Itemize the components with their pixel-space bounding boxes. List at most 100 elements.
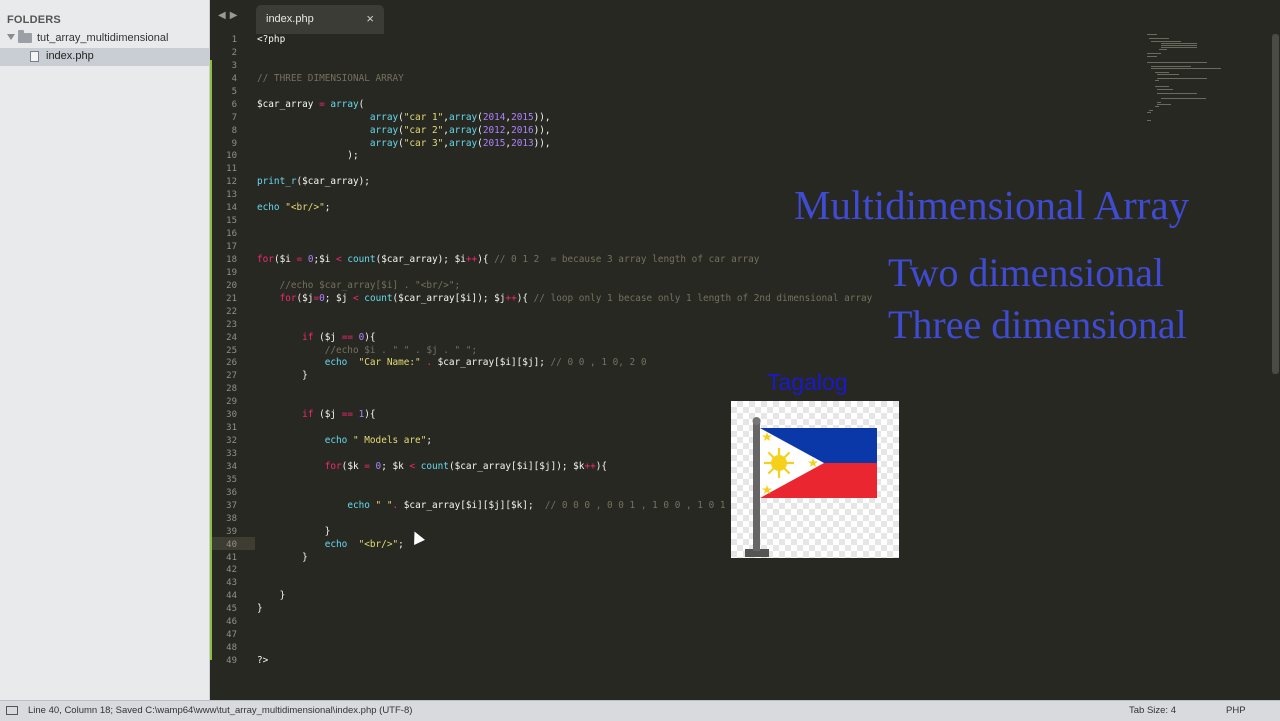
minimap-line: [1147, 53, 1161, 54]
minimap-line: [1151, 41, 1181, 42]
code-line[interactable]: array("car 1",array(2014,2015)),: [257, 112, 872, 125]
tab-size-indicator[interactable]: Tab Size: 4: [1129, 705, 1176, 716]
minimap-line: [1147, 62, 1207, 63]
code-line[interactable]: }: [257, 590, 872, 603]
line-number: 45: [226, 604, 237, 615]
code-token: ($j: [313, 331, 342, 343]
folder-icon: [18, 30, 32, 43]
code-token: )),: [533, 137, 551, 149]
code-line[interactable]: );: [257, 150, 872, 163]
code-line[interactable]: for($i = 0;$i < count($car_array); $i++)…: [257, 254, 872, 267]
code-line[interactable]: // THREE DIMENSIONAL ARRAY: [257, 73, 872, 86]
line-number: 31: [226, 423, 237, 434]
code-token: ++: [465, 253, 478, 265]
line-number: 24: [226, 332, 237, 343]
line-number: 7: [231, 112, 237, 123]
code-token: ?>: [257, 655, 269, 666]
code-line[interactable]: [257, 564, 872, 577]
code-line[interactable]: <?php: [257, 34, 872, 47]
line-number: 25: [226, 345, 237, 356]
code-token: =: [296, 253, 308, 265]
code-token: array: [330, 98, 359, 110]
code-token: ){: [477, 253, 495, 265]
code-line[interactable]: [257, 616, 872, 629]
code-line[interactable]: //echo $i . " " . $j . " ";: [257, 345, 872, 358]
code-line[interactable]: [257, 577, 872, 590]
folders-title: FOLDERS: [7, 14, 61, 26]
code-content[interactable]: <?php // THREE DIMENSIONAL ARRAY $car_ar…: [257, 34, 872, 668]
code-line[interactable]: [257, 306, 872, 319]
code-token: //echo $i . " " . $j . " ";: [257, 344, 478, 356]
code-token: print_r: [257, 176, 297, 188]
code-line[interactable]: }: [257, 603, 872, 616]
line-number: 47: [226, 630, 237, 641]
code-token: 2016: [511, 124, 534, 136]
line-number: 11: [226, 164, 237, 175]
vertical-scrollbar[interactable]: [1272, 34, 1279, 374]
line-number: 12: [226, 177, 237, 188]
line-number: 34: [226, 461, 237, 472]
status-panel-icon[interactable]: [6, 706, 18, 715]
line-number: 17: [226, 242, 237, 252]
code-line[interactable]: [257, 215, 872, 228]
chevron-down-icon[interactable]: [7, 34, 15, 40]
code-line[interactable]: array("car 3",array(2015,2013)),: [257, 138, 872, 151]
line-number: 32: [226, 436, 237, 447]
minimap[interactable]: [1145, 34, 1235, 129]
syntax-indicator[interactable]: PHP: [1226, 705, 1246, 716]
code-line[interactable]: [257, 189, 872, 202]
sidebar-folder-item[interactable]: tut_array_multidimensional: [0, 30, 209, 48]
code-token: // THREE DIMENSIONAL ARRAY: [257, 72, 404, 84]
minimap-line: [1161, 98, 1206, 99]
code-line[interactable]: if ($j == 0){: [257, 332, 872, 345]
minimap-line: [1149, 110, 1153, 111]
minimap-line: [1147, 120, 1151, 121]
minimap-line: [1161, 43, 1197, 44]
code-line[interactable]: //echo $car_array[$i] . "<br/>";: [257, 280, 872, 293]
line-number: 44: [226, 591, 237, 602]
close-icon[interactable]: ×: [366, 11, 374, 26]
code-editor[interactable]: 1 2 3 4 5 6 7 8 9 10 11 12 13 14 15 16 17 18 19 20 21 22 23 24 2…: [210, 34, 1280, 700]
code-line[interactable]: array("car 2",array(2012,2016)),: [257, 125, 872, 138]
code-line[interactable]: $car_array = array(: [257, 99, 872, 112]
code-token: )),: [533, 111, 551, 123]
code-line[interactable]: ?>: [257, 655, 872, 668]
line-number: 48: [226, 643, 237, 654]
code-line[interactable]: [257, 642, 872, 655]
code-token: }: [257, 525, 331, 537]
code-token: ($car_array[$i]); $j: [392, 292, 506, 304]
code-line[interactable]: [257, 163, 872, 176]
code-token: 2015: [482, 137, 506, 149]
code-line[interactable]: [257, 241, 872, 254]
code-token: // 0 1 2 = because 3 array length of car…: [494, 253, 760, 265]
code-line[interactable]: for($j=0; $j < count($car_array[$i]); $j…: [257, 292, 873, 306]
code-line[interactable]: [257, 47, 872, 60]
code-line[interactable]: print_r($car_array);: [257, 176, 872, 189]
sidebar-file-item[interactable]: index.php: [0, 48, 209, 66]
code-token: array: [448, 111, 478, 123]
sidebar: FOLDERS tut_array_multidimensional index…: [0, 0, 210, 700]
code-line[interactable]: [257, 629, 872, 642]
nav-arrows-icon[interactable]: ◀▶: [218, 10, 241, 21]
code-token: ($i: [273, 253, 297, 265]
line-number: 6: [231, 99, 237, 110]
minimap-line: [1155, 106, 1159, 107]
line-number: 35: [226, 474, 237, 485]
tab-index-php[interactable]: index.php ×: [256, 5, 384, 34]
code-line[interactable]: [257, 319, 872, 332]
code-token: $car_array[$i][$j][$k];: [403, 499, 545, 511]
minimap-line: [1155, 86, 1169, 87]
code-line[interactable]: [257, 267, 872, 280]
code-line[interactable]: [257, 228, 872, 241]
code-line[interactable]: echo "<br/>";: [257, 202, 872, 215]
overlay-three-dimensional: Three dimensional: [888, 302, 1187, 347]
line-number: 46: [226, 617, 237, 628]
code-line[interactable]: [257, 60, 872, 73]
line-number: 40: [226, 539, 237, 550]
minimap-line: [1157, 104, 1171, 105]
code-line[interactable]: [257, 86, 872, 99]
code-token: " Models are": [352, 435, 427, 447]
